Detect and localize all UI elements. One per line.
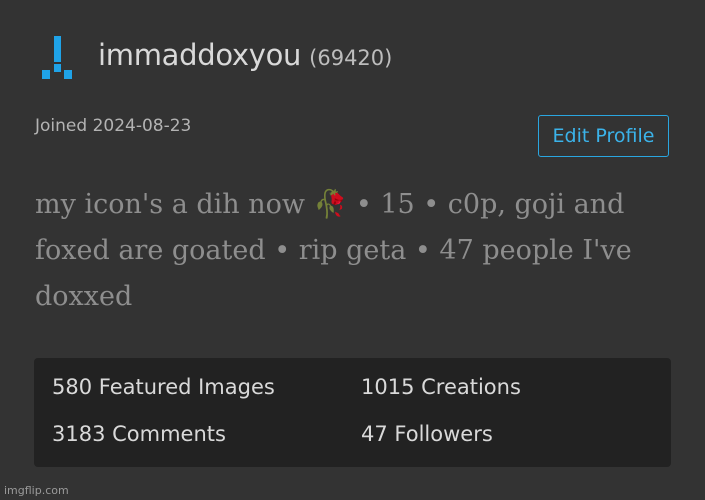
username: immaddoxyou	[98, 38, 302, 72]
watermark: imgflip.com	[4, 484, 69, 497]
bio-text-start: my icon's a dih now	[35, 189, 314, 220]
username-row: immaddoxyou (69420)	[98, 38, 392, 72]
featured-images-stat[interactable]: 580 Featured Images	[52, 375, 275, 399]
creations-stat[interactable]: 1015 Creations	[361, 375, 521, 399]
comments-stat[interactable]: 3183 Comments	[52, 422, 226, 446]
user-points: (69420)	[309, 46, 393, 70]
wilted-rose-emoji: 🥀	[313, 189, 348, 220]
stats-panel: 580 Featured Images 1015 Creations 3183 …	[34, 358, 671, 467]
join-date: Joined 2024-08-23	[35, 116, 192, 136]
followers-stat[interactable]: 47 Followers	[361, 422, 493, 446]
user-avatar-icon	[42, 36, 72, 80]
edit-profile-button[interactable]: Edit Profile	[538, 115, 669, 157]
profile-bio: my icon's a dih now 🥀 • 15 • c0p, goji a…	[35, 182, 665, 320]
